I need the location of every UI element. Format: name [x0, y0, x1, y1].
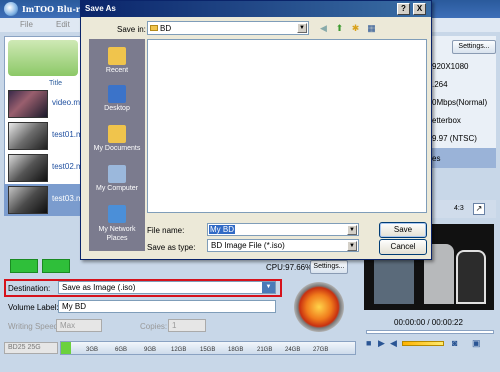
- capacity-tick: 15GB: [200, 347, 216, 353]
- save-as-type-select[interactable]: BD Image File (*.iso) ▼: [207, 239, 359, 252]
- status-indicator: [42, 259, 70, 273]
- save-in-select[interactable]: BD ▼: [147, 21, 309, 35]
- save-button[interactable]: Save: [379, 222, 427, 238]
- aspect-ratio-select[interactable]: 4:3: [454, 205, 464, 212]
- seek-bar[interactable]: [366, 330, 494, 334]
- my-documents-icon: [108, 125, 126, 143]
- capacity-tick: 24GB: [285, 347, 301, 353]
- close-button[interactable]: X: [413, 3, 426, 15]
- app-logo-icon: [4, 2, 18, 16]
- video-thumbnail: [8, 186, 48, 214]
- chevron-down-icon[interactable]: ▼: [347, 225, 357, 235]
- folder-open-icon[interactable]: ▣: [472, 338, 481, 349]
- dialog-title-bar: Save As ? X: [81, 1, 431, 17]
- place-label: My Documents: [93, 145, 141, 152]
- save-in-value: BD: [160, 24, 172, 33]
- property-extra: es: [432, 154, 441, 163]
- save-as-type-label: Save as type:: [147, 243, 196, 252]
- playback-time: 00:00:00 / 00:00:22: [394, 318, 463, 327]
- save-as-dialog: Save As ? X Save in: BD ▼ ◀ ⬆ ✱ ▦ Recent…: [80, 0, 432, 260]
- capacity-tick: 3GB: [86, 347, 99, 353]
- up-folder-icon[interactable]: ⬆: [333, 22, 346, 34]
- file-browser-area[interactable]: [147, 39, 427, 213]
- dialog-title: Save As: [85, 4, 116, 13]
- save-as-type-value: BD Image File (*.iso): [211, 241, 285, 250]
- save-in-label: Save in:: [117, 25, 146, 34]
- property-bitrate: 0Mbps(Normal): [432, 98, 488, 107]
- property-framerate: 9.97 (NTSC): [432, 134, 477, 143]
- cpu-usage: CPU:97.66%: [266, 263, 313, 272]
- video-frame-figure: [456, 250, 486, 304]
- place-label: My Network Places: [98, 226, 136, 242]
- stop-icon[interactable]: ■: [366, 338, 371, 348]
- file-name-value: My BD: [209, 225, 235, 234]
- volume-label-input[interactable]: My BD: [58, 300, 276, 313]
- video-thumbnail: [8, 154, 48, 182]
- place-label: My Computer: [95, 185, 138, 192]
- video-thumbnail: [8, 122, 48, 150]
- writing-speed-select[interactable]: Max: [56, 319, 102, 332]
- places-bar: Recent Desktop My Documents My Computer …: [89, 39, 145, 251]
- chevron-down-icon[interactable]: ▼: [297, 23, 307, 33]
- cancel-button[interactable]: Cancel: [379, 239, 427, 255]
- capacity-fill: [61, 342, 71, 354]
- place-label: Desktop: [104, 105, 130, 112]
- capacity-tick: 27GB: [313, 347, 329, 353]
- capacity-tick: 6GB: [115, 347, 128, 353]
- back-icon[interactable]: ◀: [317, 22, 330, 34]
- capacity-tick: 21GB: [257, 347, 273, 353]
- menu-edit[interactable]: Edit: [56, 20, 70, 29]
- capacity-tick: 18GB: [228, 347, 244, 353]
- folder-icon: [150, 25, 158, 31]
- profile-settings-button[interactable]: Settings...: [452, 40, 496, 54]
- burn-button[interactable]: [294, 282, 344, 332]
- capacity-tick: 12GB: [171, 347, 187, 353]
- destination-label: Destination:: [8, 284, 51, 293]
- network-icon: [108, 205, 126, 223]
- property-codec: .264: [432, 80, 448, 89]
- copies-input[interactable]: 1: [168, 319, 206, 332]
- chevron-down-icon[interactable]: ▼: [347, 241, 357, 251]
- my-computer-icon: [108, 165, 126, 183]
- menu-file[interactable]: File: [20, 20, 33, 29]
- expand-icon[interactable]: ↗: [473, 203, 485, 215]
- help-button[interactable]: ?: [397, 3, 410, 15]
- property-resolution: 920X1080: [432, 62, 469, 71]
- status-indicator: [10, 259, 38, 273]
- file-name-label: File name:: [147, 226, 185, 235]
- output-settings-button[interactable]: Settings...: [310, 260, 348, 274]
- desktop-icon: [108, 85, 126, 103]
- file-name-input[interactable]: My BD ▼: [207, 223, 359, 236]
- volume-slider[interactable]: [402, 341, 444, 346]
- recent-icon: [108, 47, 126, 65]
- play-icon[interactable]: ▶: [378, 338, 385, 349]
- property-letterbox: etterbox: [432, 116, 461, 125]
- place-label: Recent: [105, 67, 129, 74]
- volume-icon[interactable]: ◀: [390, 338, 397, 349]
- writing-speed-label: Writing Speed:: [8, 322, 61, 331]
- snapshot-icon[interactable]: ◙: [452, 338, 457, 348]
- destination-dropdown-icon[interactable]: ▼: [262, 282, 275, 293]
- new-folder-icon[interactable]: ✱: [349, 22, 362, 34]
- capacity-tick: 9GB: [144, 347, 157, 353]
- disc-type-select[interactable]: BD25 25G: [4, 342, 58, 354]
- video-thumbnail: [8, 90, 48, 118]
- toolbar-area: [8, 40, 78, 76]
- destination-select[interactable]: Save as Image (.iso): [58, 281, 276, 294]
- copies-label: Copies:: [140, 322, 168, 331]
- view-menu-icon[interactable]: ▦: [365, 22, 378, 34]
- volume-label-label: Volume Label:: [8, 303, 59, 312]
